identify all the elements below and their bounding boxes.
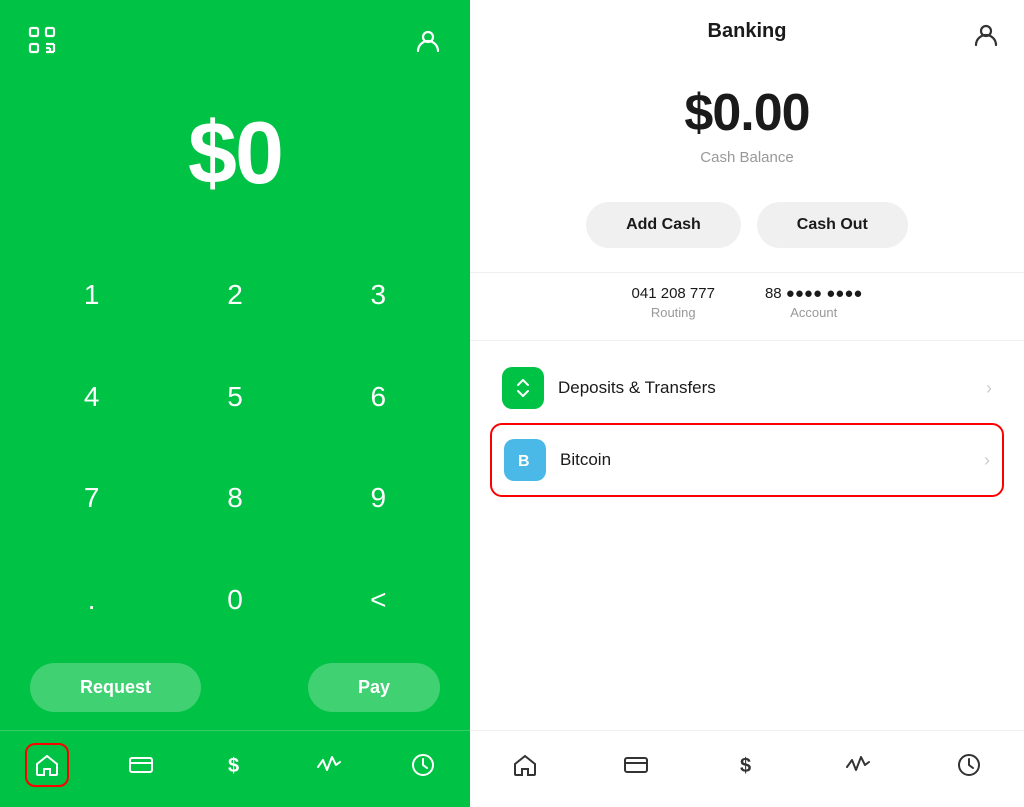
- key-3[interactable]: 3: [307, 244, 450, 346]
- left-header: [0, 0, 470, 72]
- left-panel: $0 1 2 3 4 5 6 7 8 9 . 0 < Request Pay: [0, 0, 470, 807]
- nav-activity-left[interactable]: [307, 743, 351, 787]
- cash-out-button[interactable]: Cash Out: [757, 202, 908, 248]
- deposits-transfers-item[interactable]: Deposits & Transfers ›: [490, 353, 1004, 423]
- bitcoin-label: Bitcoin: [560, 450, 984, 470]
- right-panel: Banking $0.00 Cash Balance Add Cash Cash…: [470, 0, 1024, 807]
- key-backspace[interactable]: <: [307, 549, 450, 651]
- routing-number: 041 208 777: [632, 285, 715, 302]
- bitcoin-item[interactable]: B Bitcoin ›: [490, 423, 1004, 497]
- bitcoin-chevron: ›: [984, 450, 990, 471]
- key-5[interactable]: 5: [163, 346, 306, 448]
- add-cash-button[interactable]: Add Cash: [586, 202, 741, 248]
- routing-label: Routing: [632, 305, 715, 320]
- deposits-chevron: ›: [986, 378, 992, 399]
- bitcoin-icon: B: [504, 439, 546, 481]
- numpad: 1 2 3 4 5 6 7 8 9 . 0 <: [0, 244, 470, 651]
- right-header: Banking: [470, 0, 1024, 53]
- key-8[interactable]: 8: [163, 448, 306, 550]
- svg-text:B: B: [518, 453, 530, 470]
- balance-amount: $0.00: [470, 83, 1024, 143]
- profile-icon-right[interactable]: [972, 20, 1004, 52]
- amount-display: $0: [0, 72, 470, 244]
- key-4[interactable]: 4: [20, 346, 163, 448]
- amount-value: $0: [188, 103, 282, 202]
- key-7[interactable]: 7: [20, 448, 163, 550]
- nav-card-left[interactable]: [119, 743, 163, 787]
- profile-icon-left[interactable]: [406, 18, 450, 62]
- nav-home-left[interactable]: [25, 743, 69, 787]
- request-button[interactable]: Request: [30, 663, 201, 712]
- bottom-nav-right: $: [470, 730, 1024, 807]
- banking-title: Banking: [708, 20, 787, 43]
- nav-dollar-left[interactable]: $: [213, 743, 257, 787]
- key-6[interactable]: 6: [307, 346, 450, 448]
- action-row: Request Pay: [0, 651, 470, 730]
- bank-info: 041 208 777 Routing 88 ●●●● ●●●● Account: [470, 272, 1024, 341]
- svg-text:$: $: [740, 755, 751, 777]
- account-info: 88 ●●●● ●●●● Account: [765, 285, 863, 320]
- nav-clock-right[interactable]: [947, 743, 991, 787]
- key-9[interactable]: 9: [307, 448, 450, 550]
- key-1[interactable]: 1: [20, 244, 163, 346]
- nav-clock-left[interactable]: [401, 743, 445, 787]
- deposits-label: Deposits & Transfers: [558, 378, 986, 398]
- bottom-nav-left: $: [0, 730, 470, 807]
- routing-info: 041 208 777 Routing: [632, 285, 715, 320]
- scan-icon[interactable]: [20, 18, 64, 62]
- nav-activity-right[interactable]: [836, 743, 880, 787]
- key-dot[interactable]: .: [20, 549, 163, 651]
- account-number: 88 ●●●● ●●●●: [765, 285, 863, 302]
- pay-button[interactable]: Pay: [308, 663, 440, 712]
- nav-card-right[interactable]: [614, 743, 658, 787]
- deposits-icon: [502, 367, 544, 409]
- svg-text:$: $: [228, 755, 239, 777]
- balance-label: Cash Balance: [470, 149, 1024, 166]
- account-label: Account: [765, 305, 863, 320]
- nav-home-right[interactable]: [503, 743, 547, 787]
- menu-items: Deposits & Transfers › B Bitcoin ›: [470, 341, 1024, 730]
- cash-actions: Add Cash Cash Out: [470, 186, 1024, 272]
- balance-section: $0.00 Cash Balance: [470, 53, 1024, 186]
- nav-dollar-right[interactable]: $: [725, 743, 769, 787]
- key-2[interactable]: 2: [163, 244, 306, 346]
- key-0[interactable]: 0: [163, 549, 306, 651]
